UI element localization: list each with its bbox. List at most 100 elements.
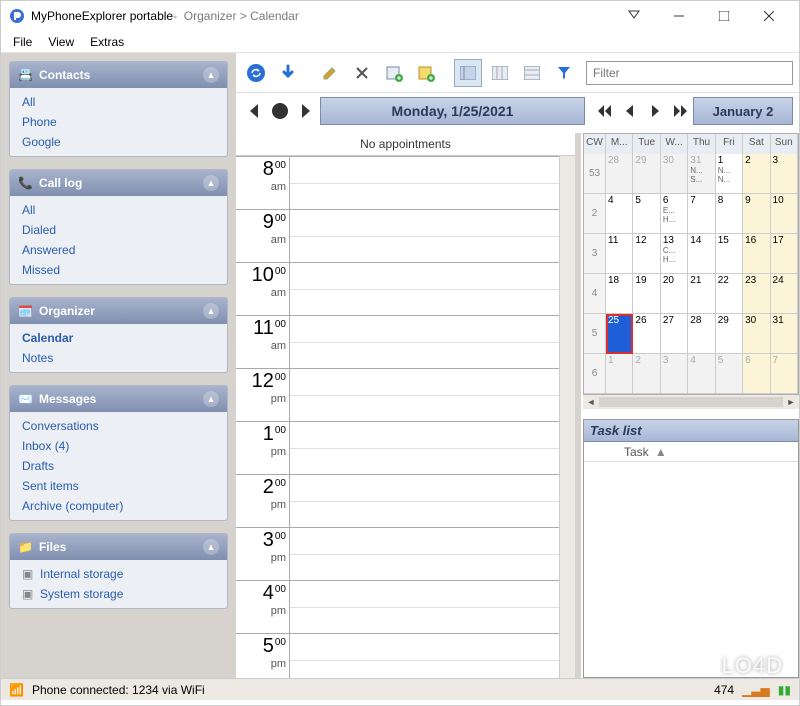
compact-button[interactable] bbox=[611, 2, 656, 30]
calendar-day[interactable]: 30 bbox=[661, 154, 688, 194]
sidebar-item[interactable]: Calendar bbox=[10, 328, 227, 348]
next-month-button[interactable] bbox=[643, 99, 667, 123]
calendar-day[interactable]: 26 bbox=[633, 314, 660, 354]
calendar-day[interactable]: 29 bbox=[633, 154, 660, 194]
sidebar-item[interactable]: Drafts bbox=[10, 456, 227, 476]
calendar-day[interactable]: 3 bbox=[661, 354, 688, 394]
calendar-day[interactable]: 23 bbox=[743, 274, 770, 314]
prev-day-button[interactable] bbox=[242, 99, 266, 123]
view-month-button[interactable] bbox=[518, 59, 546, 87]
menu-view[interactable]: View bbox=[42, 33, 80, 51]
task-list-body[interactable] bbox=[584, 462, 798, 677]
calendar-day[interactable]: 25 bbox=[606, 314, 633, 354]
menu-extras[interactable]: Extras bbox=[84, 33, 130, 51]
calendar-day[interactable]: 30 bbox=[743, 314, 770, 354]
sidebar-item[interactable]: Notes bbox=[10, 348, 227, 368]
calendar-day[interactable]: 31N...S... bbox=[688, 154, 715, 194]
calendar-day[interactable]: 17 bbox=[771, 234, 798, 274]
panel-header-organizer[interactable]: 🗓️ Organizer ▲ bbox=[10, 298, 227, 324]
calendar-day[interactable]: 21 bbox=[688, 274, 715, 314]
panel-header-messages[interactable]: ✉️ Messages ▲ bbox=[10, 386, 227, 412]
sidebar-item[interactable]: All bbox=[10, 92, 227, 112]
sidebar-item[interactable]: Inbox (4) bbox=[10, 436, 227, 456]
next-day-button[interactable] bbox=[294, 99, 318, 123]
hour-row[interactable]: 1000am bbox=[236, 263, 559, 316]
sidebar-item[interactable]: Answered bbox=[10, 240, 227, 260]
calendar-day[interactable]: 11 bbox=[606, 234, 633, 274]
hour-row[interactable]: 100pm bbox=[236, 422, 559, 475]
calendar-day[interactable]: 22 bbox=[716, 274, 743, 314]
mini-calendar-scrollbar[interactable]: ◄ ► bbox=[583, 395, 799, 409]
calendar-day[interactable]: 4 bbox=[688, 354, 715, 394]
calendar-day[interactable]: 5 bbox=[716, 354, 743, 394]
calendar-day[interactable]: 6 bbox=[743, 354, 770, 394]
calendar-day[interactable]: 2 bbox=[743, 154, 770, 194]
calendar-day[interactable]: 19 bbox=[633, 274, 660, 314]
task-column-header[interactable]: Task ▲ bbox=[584, 442, 798, 462]
edit-button[interactable] bbox=[316, 59, 344, 87]
vertical-scrollbar[interactable] bbox=[559, 156, 575, 678]
calendar-day[interactable]: 15 bbox=[716, 234, 743, 274]
hour-row[interactable]: 300pm bbox=[236, 528, 559, 581]
hour-row[interactable]: 200pm bbox=[236, 475, 559, 528]
calendar-day[interactable]: 2 bbox=[633, 354, 660, 394]
next-year-button[interactable] bbox=[668, 99, 692, 123]
calendar-day[interactable]: 16 bbox=[743, 234, 770, 274]
calendar-day[interactable]: 7 bbox=[771, 354, 798, 394]
hour-row[interactable]: 900am bbox=[236, 210, 559, 263]
close-button[interactable] bbox=[746, 2, 791, 30]
calendar-day[interactable]: 3 bbox=[771, 154, 798, 194]
new-category-button[interactable] bbox=[412, 59, 440, 87]
calendar-day[interactable]: 31 bbox=[771, 314, 798, 354]
calendar-day[interactable]: 13C...H... bbox=[661, 234, 688, 274]
calendar-day[interactable]: 1N...N... bbox=[716, 154, 743, 194]
hour-row[interactable]: 500pm bbox=[236, 634, 559, 678]
calendar-day[interactable]: 28 bbox=[688, 314, 715, 354]
view-week-button[interactable] bbox=[486, 59, 514, 87]
today-button[interactable] bbox=[268, 99, 292, 123]
scroll-left-button[interactable]: ◄ bbox=[583, 397, 599, 407]
sidebar-item[interactable]: ▣Internal storage bbox=[10, 564, 227, 584]
prev-year-button[interactable] bbox=[593, 99, 617, 123]
calendar-day[interactable]: 12 bbox=[633, 234, 660, 274]
calendar-day[interactable]: 9 bbox=[743, 194, 770, 234]
scroll-right-button[interactable]: ► bbox=[783, 397, 799, 407]
calendar-day[interactable]: 10 bbox=[771, 194, 798, 234]
calendar-day[interactable]: 5 bbox=[633, 194, 660, 234]
prev-month-button[interactable] bbox=[618, 99, 642, 123]
calendar-day[interactable]: 7 bbox=[688, 194, 715, 234]
calendar-day[interactable]: 28 bbox=[606, 154, 633, 194]
sidebar-item[interactable]: Dialed bbox=[10, 220, 227, 240]
minimize-button[interactable] bbox=[656, 2, 701, 30]
sidebar-item[interactable]: Phone bbox=[10, 112, 227, 132]
delete-button[interactable] bbox=[348, 59, 376, 87]
calendar-day[interactable]: 24 bbox=[771, 274, 798, 314]
filter-input[interactable] bbox=[586, 61, 793, 85]
calendar-day[interactable]: 18 bbox=[606, 274, 633, 314]
calendar-day[interactable]: 20 bbox=[661, 274, 688, 314]
calendar-day[interactable]: 14 bbox=[688, 234, 715, 274]
hour-row[interactable]: 400pm bbox=[236, 581, 559, 634]
sidebar-item[interactable]: Missed bbox=[10, 260, 227, 280]
panel-header-contacts[interactable]: 📇 Contacts ▲ bbox=[10, 62, 227, 88]
hour-row[interactable]: 1200pm bbox=[236, 369, 559, 422]
sidebar-item[interactable]: Sent items bbox=[10, 476, 227, 496]
download-button[interactable] bbox=[274, 59, 302, 87]
maximize-button[interactable] bbox=[701, 2, 746, 30]
view-day-button[interactable] bbox=[454, 59, 482, 87]
panel-header-files[interactable]: 📁 Files ▲ bbox=[10, 534, 227, 560]
sidebar-item[interactable]: All bbox=[10, 200, 227, 220]
hour-row[interactable]: 1100am bbox=[236, 316, 559, 369]
panel-header-calllog[interactable]: 📞 Call log ▲ bbox=[10, 170, 227, 196]
sidebar-item[interactable]: Archive (computer) bbox=[10, 496, 227, 516]
new-event-button[interactable] bbox=[380, 59, 408, 87]
menu-file[interactable]: File bbox=[7, 33, 38, 51]
sidebar-item[interactable]: Conversations bbox=[10, 416, 227, 436]
filter-button[interactable] bbox=[550, 59, 578, 87]
sync-button[interactable] bbox=[242, 59, 270, 87]
calendar-day[interactable]: 6E...H... bbox=[661, 194, 688, 234]
calendar-day[interactable]: 27 bbox=[661, 314, 688, 354]
sidebar-item[interactable]: Google bbox=[10, 132, 227, 152]
hour-grid[interactable]: 800am900am1000am1100am1200pm100pm200pm30… bbox=[236, 156, 559, 678]
sidebar-item[interactable]: ▣System storage bbox=[10, 584, 227, 604]
